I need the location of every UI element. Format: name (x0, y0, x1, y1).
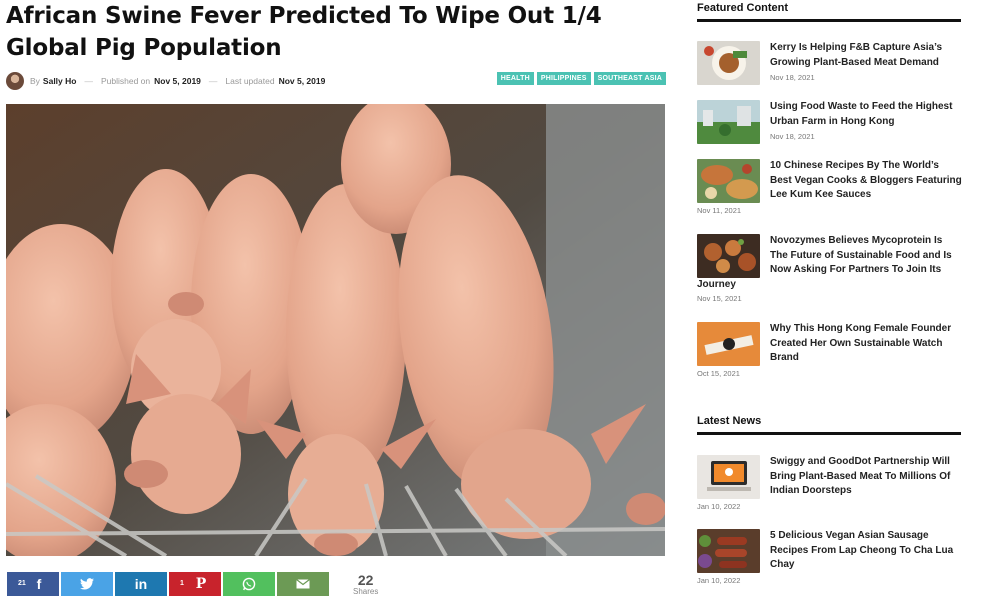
whatsapp-share-button[interactable] (223, 572, 275, 596)
featured-title-continued[interactable]: Journey (697, 279, 736, 290)
author-avatar[interactable] (6, 72, 24, 90)
email-icon (296, 579, 310, 589)
featured-thumbnail-mycoprotein[interactable] (697, 234, 760, 278)
featured-card[interactable]: Why This Hong Kong Female Founder Create… (697, 322, 962, 380)
featured-thumbnail-chinese-recipes[interactable] (697, 159, 760, 203)
published-label: Published on (100, 76, 151, 86)
shares-counter: 22 Shares (353, 573, 378, 596)
featured-date: Nov 18, 2021 (770, 132, 815, 141)
shares-total: 22 (357, 571, 374, 588)
featured-date: Nov 18, 2021 (770, 73, 815, 82)
latest-date: Jan 10, 2022 (697, 576, 741, 585)
meta-separator: — (208, 76, 218, 86)
latest-title[interactable]: Swiggy and GoodDot Partnership Will Brin… (770, 455, 962, 499)
featured-thumbnail-kerry[interactable] (697, 41, 760, 85)
tag-philippines[interactable]: PHILIPPINES (536, 72, 591, 85)
featured-date: Nov 15, 2021 (697, 294, 742, 303)
updated-date: Nov 5, 2019 (278, 76, 326, 86)
featured-card[interactable]: Kerry Is Helping F&B Capture Asia’s Grow… (697, 41, 962, 87)
tag-health[interactable]: HEALTH (496, 72, 534, 85)
facebook-share-count: 21 (18, 580, 26, 587)
featured-title[interactable]: 10 Chinese Recipes By The World’s Best V… (770, 159, 962, 203)
featured-title[interactable]: Novozymes Believes Mycoprotein Is The Fu… (770, 234, 962, 278)
featured-title[interactable]: Kerry Is Helping F&B Capture Asia’s Grow… (770, 41, 962, 70)
linkedin-icon: in (134, 576, 148, 592)
by-label: By (30, 76, 40, 86)
share-bar: 21 f in 1 P 22 Shares (7, 572, 378, 596)
latest-news-card[interactable]: 5 Delicious Vegan Asian Sausage Recipes … (697, 529, 962, 587)
pinterest-share-count: 1 (180, 580, 184, 587)
pinterest-share-button[interactable]: 1 P (169, 572, 221, 596)
featured-content-heading: Featured Content (697, 2, 961, 22)
facebook-icon: f (36, 576, 42, 592)
hero-image-pigs[interactable] (6, 104, 665, 556)
tag-list: HEALTH PHILIPPINES SOUTHEAST ASIA (496, 72, 666, 85)
meta-separator: — (84, 76, 93, 86)
latest-date: Jan 10, 2022 (697, 502, 741, 511)
shares-label: Shares (353, 586, 379, 596)
featured-thumbnail-watch-brand[interactable] (697, 322, 760, 366)
author-name[interactable]: Sally Ho (43, 76, 77, 86)
twitter-share-button[interactable] (61, 572, 113, 596)
twitter-icon (80, 578, 94, 590)
facebook-share-button[interactable]: 21 f (7, 572, 59, 596)
featured-thumbnail-urban-farm[interactable] (697, 100, 760, 144)
latest-title[interactable]: 5 Delicious Vegan Asian Sausage Recipes … (770, 529, 962, 573)
featured-date: Nov 11, 2021 (697, 206, 742, 215)
pigs-illustration (6, 104, 665, 556)
featured-card[interactable]: 10 Chinese Recipes By The World’s Best V… (697, 159, 962, 217)
whatsapp-icon (242, 577, 256, 591)
linkedin-share-button[interactable]: in (115, 572, 167, 596)
featured-date: Oct 15, 2021 (697, 369, 740, 378)
article-title: African Swine Fever Predicted To Wipe Ou… (6, 3, 602, 61)
email-share-button[interactable] (277, 572, 329, 596)
featured-card[interactable]: Using Food Waste to Feed the Highest Urb… (697, 100, 962, 146)
pinterest-icon: P (195, 576, 207, 592)
featured-card[interactable]: Novozymes Believes Mycoprotein Is The Fu… (697, 234, 962, 306)
latest-thumbnail-vegan-sausage[interactable] (697, 529, 760, 573)
article-meta: By Sally Ho — Published on Nov 5, 2019 —… (6, 71, 666, 91)
published-date: Nov 5, 2019 (154, 76, 201, 86)
tag-southeast-asia[interactable]: SOUTHEAST ASIA (593, 72, 666, 85)
latest-thumbnail-swiggy[interactable] (697, 455, 760, 499)
latest-news-heading: Latest News (697, 415, 961, 435)
featured-title[interactable]: Using Food Waste to Feed the Highest Urb… (770, 100, 962, 129)
latest-news-card[interactable]: Swiggy and GoodDot Partnership Will Brin… (697, 455, 962, 513)
featured-title[interactable]: Why This Hong Kong Female Founder Create… (770, 322, 962, 366)
updated-label: Last updated (225, 76, 275, 86)
